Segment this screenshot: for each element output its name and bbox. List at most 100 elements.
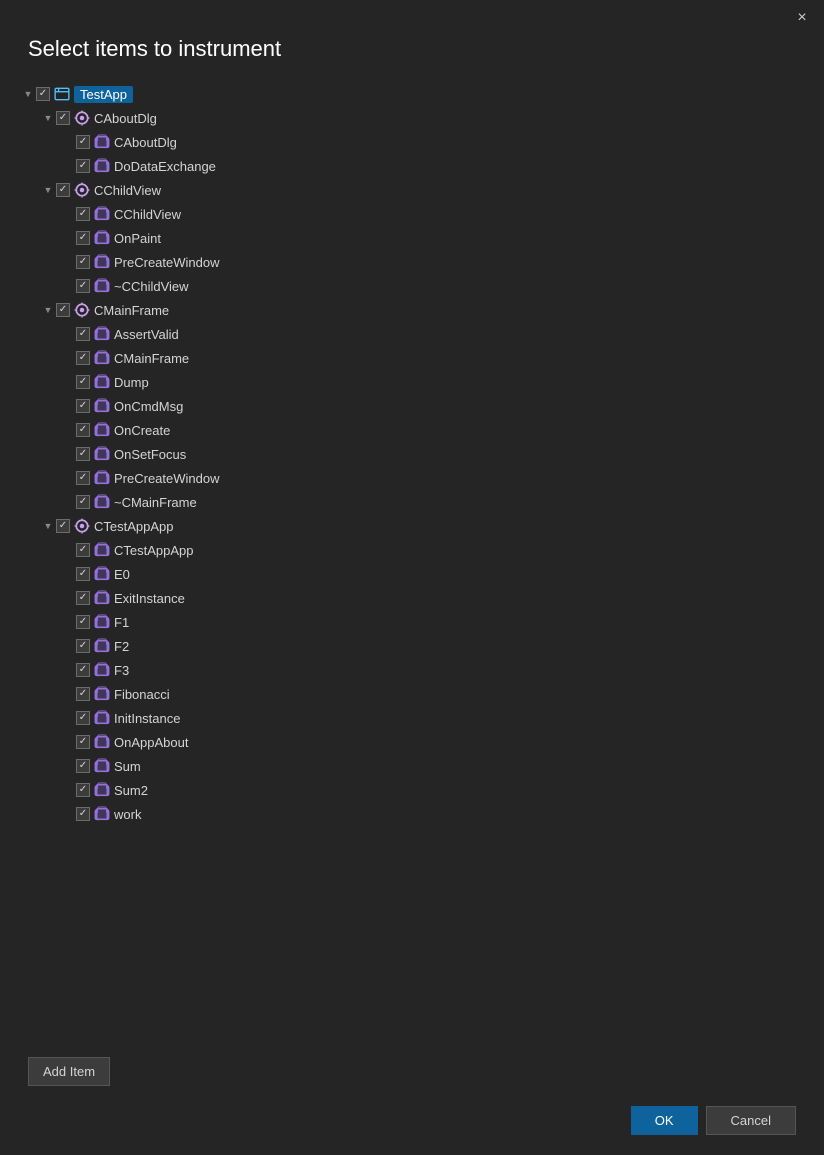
node-row[interactable]: PreCreateWindow: [16, 250, 824, 274]
expander-icon[interactable]: [60, 734, 76, 750]
expander-icon[interactable]: [60, 398, 76, 414]
expander-icon[interactable]: [20, 86, 36, 102]
node-row[interactable]: TestApp: [16, 82, 824, 106]
node-row[interactable]: CAboutDlg: [16, 106, 824, 130]
checkbox[interactable]: [36, 87, 50, 101]
checkbox[interactable]: [76, 423, 90, 437]
node-row[interactable]: AssertValid: [16, 322, 824, 346]
node-row[interactable]: ~CChildView: [16, 274, 824, 298]
expander-icon[interactable]: [60, 662, 76, 678]
node-label: Fibonacci: [114, 687, 170, 702]
expander-icon[interactable]: [60, 782, 76, 798]
expander-icon[interactable]: [40, 182, 56, 198]
checkbox[interactable]: [76, 567, 90, 581]
node-row[interactable]: OnCmdMsg: [16, 394, 824, 418]
node-row[interactable]: ExitInstance: [16, 586, 824, 610]
checkbox[interactable]: [76, 399, 90, 413]
node-row[interactable]: Fibonacci: [16, 682, 824, 706]
expander-icon[interactable]: [60, 158, 76, 174]
ok-button[interactable]: OK: [631, 1106, 698, 1135]
checkbox[interactable]: [76, 255, 90, 269]
node-label: CTestAppApp: [114, 543, 194, 558]
checkbox[interactable]: [76, 687, 90, 701]
node-row[interactable]: E0: [16, 562, 824, 586]
node-row[interactable]: PreCreateWindow: [16, 466, 824, 490]
node-row[interactable]: OnCreate: [16, 418, 824, 442]
expander-icon[interactable]: [60, 254, 76, 270]
node-row[interactable]: Sum: [16, 754, 824, 778]
checkbox[interactable]: [76, 591, 90, 605]
expander-icon[interactable]: [60, 326, 76, 342]
node-row[interactable]: CMainFrame: [16, 346, 824, 370]
expander-icon[interactable]: [60, 422, 76, 438]
expander-icon[interactable]: [60, 542, 76, 558]
checkbox[interactable]: [76, 759, 90, 773]
checkbox[interactable]: [76, 783, 90, 797]
expander-icon[interactable]: [60, 350, 76, 366]
node-row[interactable]: Sum2: [16, 778, 824, 802]
expander-icon[interactable]: [60, 566, 76, 582]
node-row[interactable]: OnSetFocus: [16, 442, 824, 466]
node-row[interactable]: CTestAppApp: [16, 538, 824, 562]
expander-icon[interactable]: [60, 374, 76, 390]
checkbox[interactable]: [76, 375, 90, 389]
checkbox[interactable]: [56, 303, 70, 317]
expander-icon[interactable]: [60, 494, 76, 510]
expander-icon[interactable]: [60, 446, 76, 462]
expander-icon[interactable]: [60, 230, 76, 246]
expander-icon[interactable]: [40, 518, 56, 534]
node-row[interactable]: work: [16, 802, 824, 826]
node-row[interactable]: CAboutDlg: [16, 130, 824, 154]
expander-icon[interactable]: [60, 470, 76, 486]
node-row[interactable]: OnPaint: [16, 226, 824, 250]
checkbox[interactable]: [76, 495, 90, 509]
expander-icon[interactable]: [40, 302, 56, 318]
checkbox[interactable]: [56, 519, 70, 533]
expander-icon[interactable]: [60, 806, 76, 822]
checkbox[interactable]: [76, 639, 90, 653]
checkbox[interactable]: [56, 183, 70, 197]
checkbox[interactable]: [76, 543, 90, 557]
expander-icon[interactable]: [60, 206, 76, 222]
expander-icon[interactable]: [60, 278, 76, 294]
expander-icon[interactable]: [40, 110, 56, 126]
expander-icon[interactable]: [60, 638, 76, 654]
expander-icon[interactable]: [60, 710, 76, 726]
cancel-button[interactable]: Cancel: [706, 1106, 796, 1135]
checkbox[interactable]: [76, 231, 90, 245]
checkbox[interactable]: [76, 735, 90, 749]
checkbox[interactable]: [76, 351, 90, 365]
checkbox[interactable]: [76, 135, 90, 149]
checkbox[interactable]: [76, 471, 90, 485]
checkbox[interactable]: [76, 207, 90, 221]
expander-icon[interactable]: [60, 758, 76, 774]
node-row[interactable]: F1: [16, 610, 824, 634]
checkbox[interactable]: [76, 327, 90, 341]
node-row[interactable]: InitInstance: [16, 706, 824, 730]
checkbox[interactable]: [56, 111, 70, 125]
node-row[interactable]: DoDataExchange: [16, 154, 824, 178]
checkbox[interactable]: [76, 279, 90, 293]
checkbox[interactable]: [76, 447, 90, 461]
checkbox[interactable]: [76, 663, 90, 677]
checkbox[interactable]: [76, 159, 90, 173]
node-row[interactable]: OnAppAbout: [16, 730, 824, 754]
checkbox[interactable]: [76, 615, 90, 629]
node-row[interactable]: CChildView: [16, 178, 824, 202]
node-row[interactable]: F2: [16, 634, 824, 658]
close-button[interactable]: ×: [792, 8, 812, 28]
node-row[interactable]: CTestAppApp: [16, 514, 824, 538]
expander-icon[interactable]: [60, 686, 76, 702]
checkbox[interactable]: [76, 711, 90, 725]
node-row[interactable]: F3: [16, 658, 824, 682]
checkbox[interactable]: [76, 807, 90, 821]
node-row[interactable]: CChildView: [16, 202, 824, 226]
node-row[interactable]: Dump: [16, 370, 824, 394]
expander-icon[interactable]: [60, 134, 76, 150]
tree-container[interactable]: TestApp CAboutDlg CAboutDlg DoDataExchan…: [0, 78, 824, 1045]
node-row[interactable]: CMainFrame: [16, 298, 824, 322]
expander-icon[interactable]: [60, 590, 76, 606]
add-item-button[interactable]: Add Item: [28, 1057, 110, 1086]
expander-icon[interactable]: [60, 614, 76, 630]
node-row[interactable]: ~CMainFrame: [16, 490, 824, 514]
